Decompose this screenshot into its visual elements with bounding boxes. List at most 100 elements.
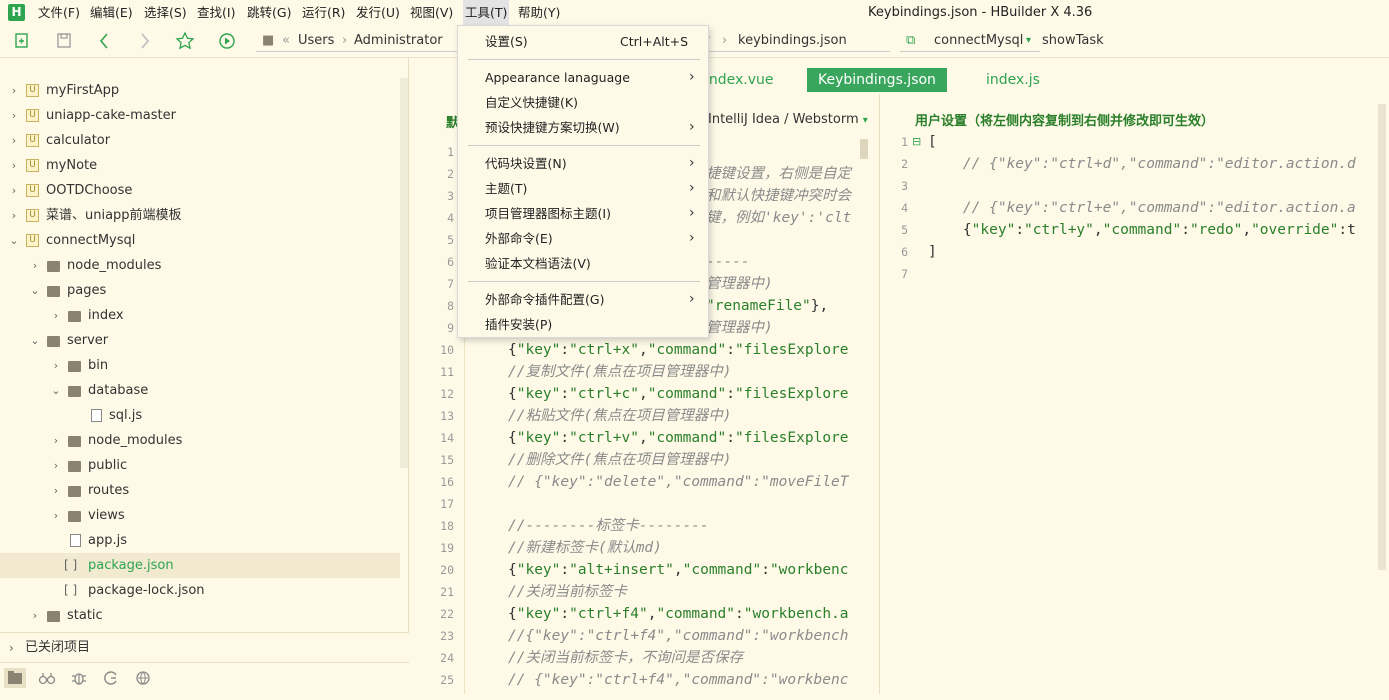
chevron-down-icon[interactable]: ⌄: [29, 278, 41, 303]
breadcrumb-users[interactable]: Users: [298, 30, 334, 52]
back-icon[interactable]: [92, 30, 116, 52]
project-manager-icon[interactable]: [4, 668, 26, 688]
menu-item-settings[interactable]: 设置(S) Ctrl+Alt+S: [458, 29, 708, 54]
code-line[interactable]: 捷键设置，右侧是自定: [706, 163, 851, 185]
tree-item-node-modules[interactable]: › node_modules: [0, 428, 400, 453]
menu-find[interactable]: 查找(I): [195, 0, 237, 25]
menu-item-external-plugin-config[interactable]: 外部命令插件配置(G) ›: [458, 287, 708, 312]
menu-item-plugin-install[interactable]: 插件安装(P): [458, 312, 708, 337]
code-line[interactable]: //--------标签卡--------: [508, 515, 709, 537]
tree-item-pages[interactable]: ⌄ pages: [0, 278, 400, 303]
code-line[interactable]: {"key":"ctrl+y","command":"redo","overri…: [928, 219, 1356, 241]
save-icon[interactable]: [52, 30, 76, 52]
code-line[interactable]: 管理器中): [706, 317, 773, 339]
menu-view[interactable]: 视图(V): [408, 0, 455, 25]
tree-item-package-lock-json[interactable]: [ ] package-lock.json: [0, 578, 400, 603]
chevron-right-icon[interactable]: ›: [50, 478, 62, 503]
chevron-right-icon[interactable]: ›: [29, 253, 41, 278]
code-line[interactable]: //关闭当前标签卡，不询问是否保存: [508, 647, 743, 669]
run-icon[interactable]: [215, 30, 239, 52]
menu-select[interactable]: 选择(S): [142, 0, 189, 25]
new-file-icon[interactable]: [10, 30, 34, 52]
menu-edit[interactable]: 编辑(E): [88, 0, 135, 25]
closed-projects[interactable]: › 已关闭项目: [0, 632, 409, 662]
code-line[interactable]: //粘贴文件(焦点在项目管理器中): [508, 405, 731, 427]
tree-item-server[interactable]: ⌄ server: [0, 328, 400, 353]
tab-index-js[interactable]: index.js: [975, 68, 1051, 92]
code-line[interactable]: //{"key":"ctrl+f4","command":"workbench: [508, 625, 848, 647]
tree-item-database[interactable]: ⌄ database: [0, 378, 400, 403]
breadcrumb-administrator[interactable]: Administrator: [354, 30, 443, 52]
code-line[interactable]: {"key":"ctrl+x","command":"filesExplore: [508, 339, 849, 361]
tree-item-app-js[interactable]: app.js: [0, 528, 400, 553]
tab-keybindings-json[interactable]: Keybindings.json: [807, 68, 947, 92]
menu-item-keymap-switch[interactable]: 预设快捷键方案切换(W) ›: [458, 115, 708, 140]
code-line[interactable]: 和默认快捷键冲突时会: [706, 185, 851, 207]
chevron-right-icon[interactable]: ›: [8, 78, 20, 103]
chevron-right-icon[interactable]: ›: [8, 128, 20, 153]
tree-item-views[interactable]: › views: [0, 503, 400, 528]
plugin-icon[interactable]: [132, 668, 154, 688]
tree-item-uniapp-cake-master[interactable]: › Uuniapp-cake-master: [0, 103, 400, 128]
tree-item-mynote[interactable]: › UmyNote: [0, 153, 400, 178]
chevron-down-icon[interactable]: ⌄: [50, 378, 62, 403]
chevron-right-icon[interactable]: ›: [29, 603, 41, 628]
tree-item-calculator[interactable]: › Ucalculator: [0, 128, 400, 153]
chevron-down-icon[interactable]: ⌄: [8, 228, 20, 253]
left-editor-scrollbar[interactable]: [860, 139, 868, 159]
user-keybindings-editor[interactable]: 用户设置（将左侧内容复制到右侧并修改即可生效） 1 ⊟ [2 // {"key":"…: [879, 94, 1389, 694]
code-line[interactable]: 管理器中): [706, 273, 773, 295]
code-line[interactable]: [: [928, 131, 937, 153]
menu-item-external-commands[interactable]: 外部命令(E) ›: [458, 226, 708, 251]
bug-icon[interactable]: [68, 668, 90, 688]
menu-item-validate-syntax[interactable]: 验证本文档语法(V): [458, 251, 708, 276]
chevron-right-icon[interactable]: ›: [50, 303, 62, 328]
tree-item-myfirstapp[interactable]: › UmyFirstApp: [0, 78, 400, 103]
code-line[interactable]: {"key":"alt+insert","command":"workbenc: [508, 559, 849, 581]
code-line[interactable]: ]: [928, 241, 937, 263]
menu-run[interactable]: 运行(R): [300, 0, 347, 25]
sidebar-scrollbar[interactable]: [400, 78, 408, 468]
menu-item-custom-shortcuts[interactable]: 自定义快捷键(K): [458, 90, 708, 115]
code-line[interactable]: //复制文件(焦点在项目管理器中): [508, 361, 731, 383]
tree-item-ootdchoose[interactable]: › U OOTDChoose: [0, 178, 400, 203]
chevron-right-icon[interactable]: ›: [8, 178, 20, 203]
forward-icon[interactable]: [133, 30, 157, 52]
tree-item-public[interactable]: › public: [0, 453, 400, 478]
chevron-right-icon[interactable]: ›: [8, 103, 20, 128]
tree-item-package-json[interactable]: [ ] package.json: [0, 553, 400, 578]
code-line[interactable]: // {"key":"ctrl+e","command":"editor.act…: [928, 197, 1356, 219]
code-line[interactable]: 键，例如'key':'clt: [706, 207, 851, 229]
chevron-right-icon[interactable]: ›: [50, 428, 62, 453]
code-line[interactable]: {"key":"ctrl+f4","command":"workbench.a: [508, 603, 849, 625]
breadcrumb-file[interactable]: keybindings.json: [738, 30, 847, 52]
code-line[interactable]: // {"key":"ctrl+f4","command":"workbenc: [508, 669, 848, 691]
breadcrumb-collapse[interactable]: «: [282, 30, 290, 52]
chevron-right-icon[interactable]: ›: [8, 203, 20, 228]
code-line[interactable]: //新建标签卡(默认md): [508, 537, 662, 559]
keymap-selector[interactable]: IntelliJ Idea / Webstorm ▾: [708, 112, 868, 127]
chevron-down-icon[interactable]: ▾: [1026, 30, 1031, 52]
code-line[interactable]: "renameFile"},: [706, 295, 828, 317]
menu-item-icon-theme[interactable]: 项目管理器图标主题(I) ›: [458, 201, 708, 226]
chevron-down-icon[interactable]: ⌄: [29, 328, 41, 353]
menu-item-theme[interactable]: 主题(T) ›: [458, 176, 708, 201]
tree-item-index[interactable]: › index: [0, 303, 400, 328]
star-icon[interactable]: [173, 30, 197, 52]
right-editor-scrollbar[interactable]: [1378, 104, 1386, 570]
git-icon[interactable]: [100, 668, 122, 688]
project-selector[interactable]: ⧉ connectMysql ▾: [900, 30, 1040, 52]
code-line[interactable]: //删除文件(焦点在项目管理器中): [508, 449, 731, 471]
tree-item-connectmysql[interactable]: ⌄ UconnectMysql: [0, 228, 400, 253]
tree-item-sql-js[interactable]: sql.js: [0, 403, 400, 428]
chevron-right-icon[interactable]: ›: [50, 453, 62, 478]
tree-item-node-modules[interactable]: › node_modules: [0, 253, 400, 278]
code-line[interactable]: {"key":"ctrl+c","command":"filesExplore: [508, 383, 849, 405]
menu-item-appearance-language[interactable]: Appearance lanaguage ›: [458, 65, 708, 90]
fold-icon[interactable]: ⊟: [912, 131, 921, 153]
menu-tools[interactable]: 工具(T): [463, 0, 510, 25]
code-line[interactable]: // {"key":"ctrl+d","command":"editor.act…: [928, 153, 1356, 175]
code-line[interactable]: //关闭当前标签卡: [508, 581, 627, 603]
tree-item-bin[interactable]: › bin: [0, 353, 400, 378]
menu-file[interactable]: 文件(F): [36, 0, 82, 25]
